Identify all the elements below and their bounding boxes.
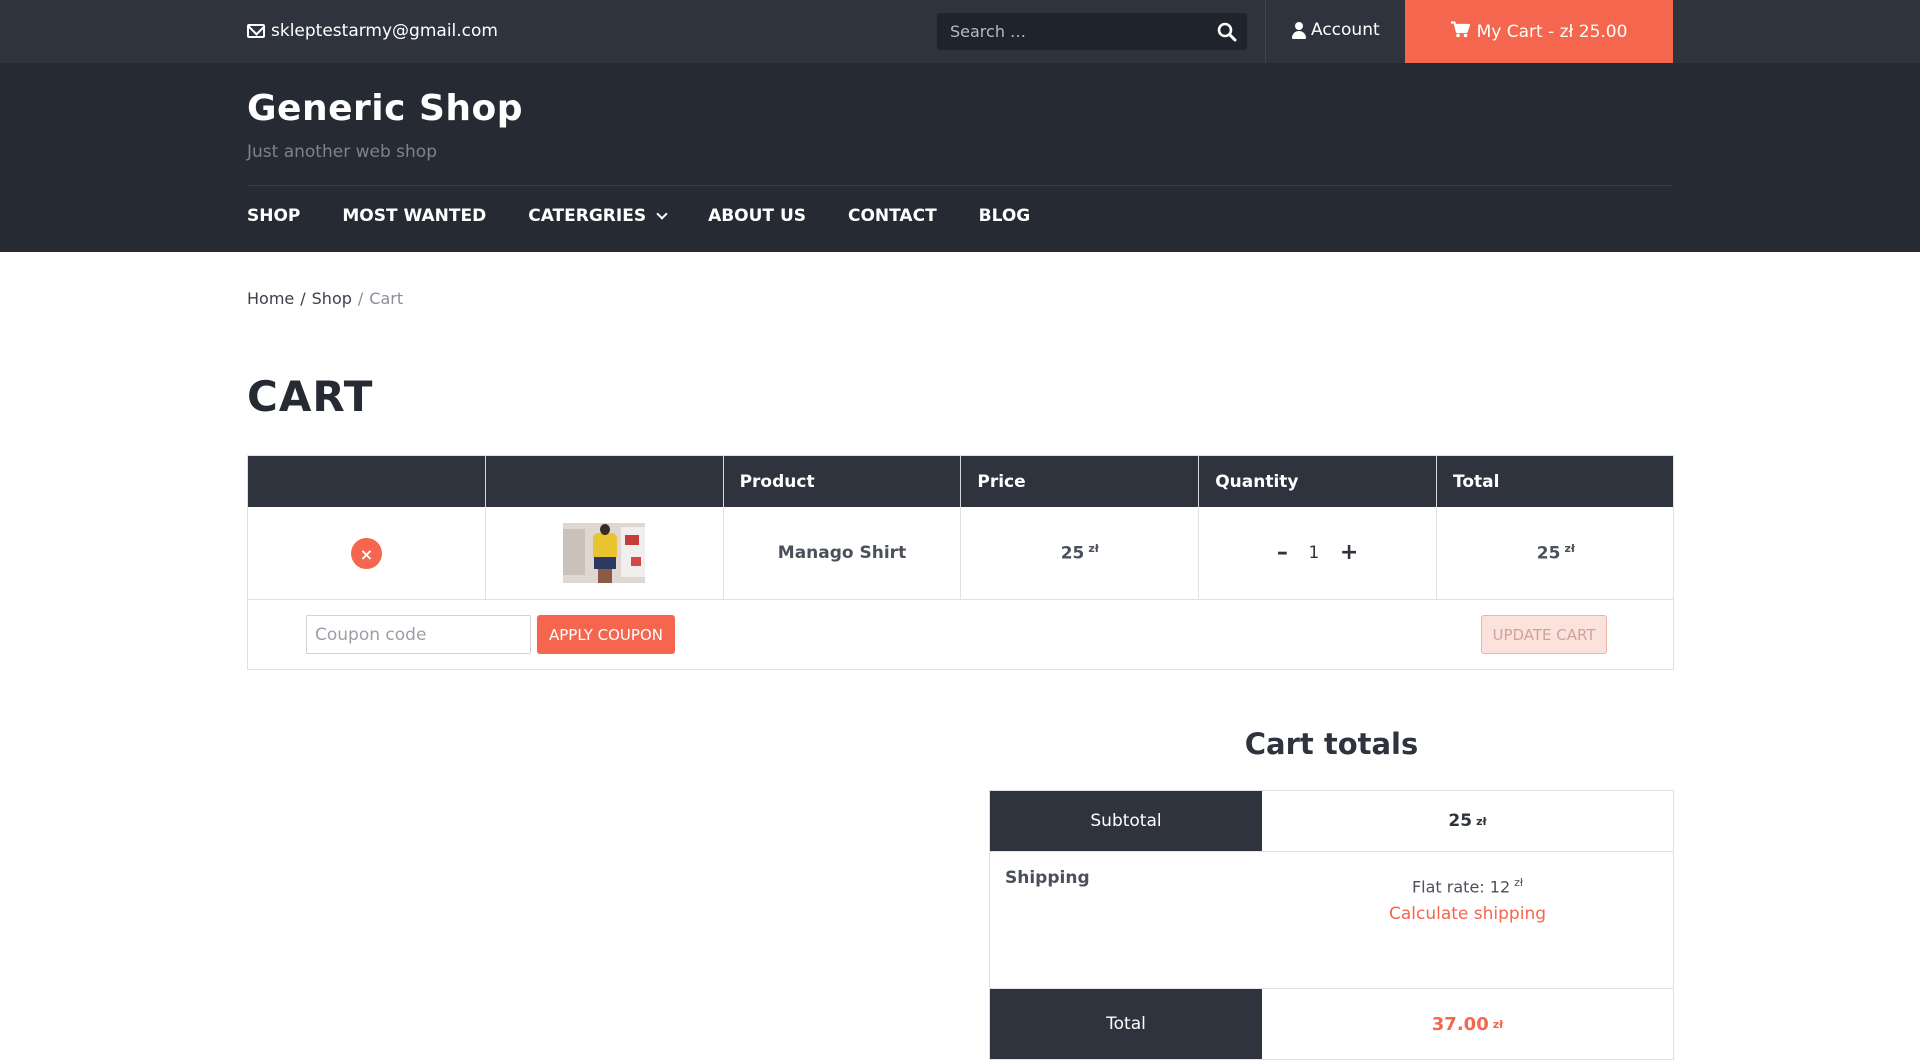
currency-symbol: zł — [1514, 876, 1524, 889]
column-header-quantity: Quantity — [1199, 456, 1437, 507]
nav-item-about-us[interactable]: ABOUT US — [708, 206, 806, 226]
total-row: Total 37.00 zł — [990, 989, 1673, 1059]
top-bar: skleptestarmy@gmail.com Account My Cart … — [0, 0, 1920, 63]
site-tagline: Just another web shop — [247, 142, 437, 162]
line-total: 25 zł — [1537, 542, 1575, 564]
my-cart-button[interactable]: My Cart - zł 25.00 — [1405, 0, 1673, 63]
search-icon[interactable] — [1217, 22, 1237, 42]
contact-email[interactable]: skleptestarmy@gmail.com — [247, 20, 498, 42]
quantity-cell: – 1 + — [1199, 507, 1437, 599]
column-header-thumbnail — [486, 456, 724, 507]
product-thumbnail[interactable] — [563, 523, 646, 583]
currency-symbol: zł — [1564, 542, 1575, 556]
product-price-value: 25 — [1060, 543, 1085, 564]
nav-item-categories[interactable]: CATERGRIES — [528, 206, 668, 226]
product-cell: Manago Shirt — [724, 507, 962, 599]
column-header-remove — [248, 456, 486, 507]
shipping-row: Shipping Flat rate: 12 zł Calculate shipp… — [990, 852, 1673, 989]
calculate-shipping-link[interactable]: Calculate shipping — [1389, 904, 1546, 924]
search-input[interactable] — [937, 13, 1207, 50]
account-link[interactable]: Account — [1292, 20, 1380, 40]
chevron-down-icon — [656, 207, 668, 220]
nav-item-label: CONTACT — [848, 206, 937, 226]
nav-item-most-wanted[interactable]: MOST WANTED — [342, 206, 486, 226]
total-label: Total — [990, 989, 1262, 1059]
shipping-label: Shipping — [1005, 868, 1090, 888]
total-amount: 37.00 — [1431, 1013, 1489, 1035]
nav-item-label: CATERGRIES — [528, 206, 647, 226]
cart-totals-table: Subtotal 25 zł Shipping Flat rate: 12 zł C… — [989, 790, 1674, 1060]
breadcrumb: Home / Shop / Cart — [247, 289, 403, 308]
nav-item-label: MOST WANTED — [342, 206, 487, 226]
envelope-icon — [247, 24, 265, 38]
breadcrumb-shop[interactable]: Shop — [312, 289, 352, 308]
search-form — [937, 13, 1247, 50]
apply-coupon-button[interactable]: APPLY COUPON — [537, 615, 675, 654]
nav-item-label: SHOP — [247, 206, 301, 226]
main-nav: SHOP MOST WANTED CATERGRIES ABOUT US CON… — [247, 206, 1030, 226]
currency-symbol: zł — [1476, 814, 1487, 828]
currency-symbol: zł — [1492, 1017, 1504, 1031]
subtotal-row: Subtotal 25 zł — [990, 791, 1673, 852]
flat-rate-text: Flat rate: 12 — [1411, 877, 1511, 897]
total-cell: 25 zł — [1437, 507, 1675, 599]
contact-email-text: skleptestarmy@gmail.com — [271, 21, 498, 41]
currency-symbol: zł — [1088, 542, 1099, 556]
nav-item-shop[interactable]: SHOP — [247, 206, 300, 226]
quantity-stepper: – 1 + — [1277, 542, 1358, 564]
shipping-value: Flat rate: 12 zł Calculate shipping — [1262, 852, 1673, 988]
breadcrumb-separator: / — [357, 289, 364, 308]
remove-cell: × — [248, 507, 486, 599]
cart-totals-title: Cart totals — [1244, 727, 1419, 761]
cart-icon — [1450, 20, 1470, 43]
breadcrumb-home[interactable]: Home — [247, 289, 294, 308]
table-row: × Manago Shirt 25 zł – 1 + 25 zł — [248, 507, 1673, 600]
my-cart-label: My Cart - zł 25.00 — [1476, 21, 1628, 42]
update-cart-button[interactable]: UPDATE CART — [1481, 615, 1607, 654]
column-header-total: Total — [1452, 471, 1500, 492]
quantity-input[interactable]: 1 — [1306, 543, 1322, 563]
thumbnail-cell — [486, 507, 724, 599]
subtotal-label: Subtotal — [990, 791, 1262, 851]
site-header: Generic Shop Just another web shop SHOP … — [0, 63, 1920, 252]
price-cell: 25 zł — [961, 507, 1200, 599]
nav-item-blog[interactable]: BLOG — [979, 206, 1031, 226]
column-header-price: Price — [961, 456, 1200, 507]
coupon-code-input[interactable] — [306, 615, 531, 654]
subtotal-value: 25 zł — [1262, 791, 1673, 851]
user-icon — [1292, 21, 1306, 39]
nav-item-label: BLOG — [978, 206, 1031, 226]
header-divider — [247, 185, 1673, 186]
cart-table-header: Product Price Quantity Total — [248, 456, 1673, 507]
subtotal-amount: 25 — [1448, 811, 1473, 831]
breadcrumb-current: Cart — [369, 289, 404, 308]
column-header-product: Product — [724, 456, 962, 507]
quantity-decrease-button[interactable]: – — [1277, 542, 1288, 564]
product-price: 25 zł — [1061, 542, 1099, 564]
account-label: Account — [1311, 20, 1380, 40]
flat-rate: Flat rate: 12 zł — [1262, 876, 1673, 896]
line-total-value: 25 — [1536, 543, 1561, 564]
total-value: 37.00 zł — [1262, 989, 1673, 1059]
top-divider — [1265, 0, 1266, 63]
site-title[interactable]: Generic Shop — [247, 88, 523, 129]
cart-table: Product Price Quantity Total × Manago Sh… — [247, 455, 1674, 670]
remove-icon[interactable]: × — [350, 537, 382, 569]
quantity-increase-button[interactable]: + — [1340, 542, 1358, 564]
cart-actions: APPLY COUPON UPDATE CART — [248, 600, 1673, 669]
page-title: CART — [247, 372, 374, 421]
breadcrumb-separator: / — [300, 289, 306, 308]
nav-item-contact[interactable]: CONTACT — [848, 206, 937, 226]
product-name-link[interactable]: Manago Shirt — [778, 543, 906, 563]
nav-item-label: ABOUT US — [708, 206, 806, 226]
